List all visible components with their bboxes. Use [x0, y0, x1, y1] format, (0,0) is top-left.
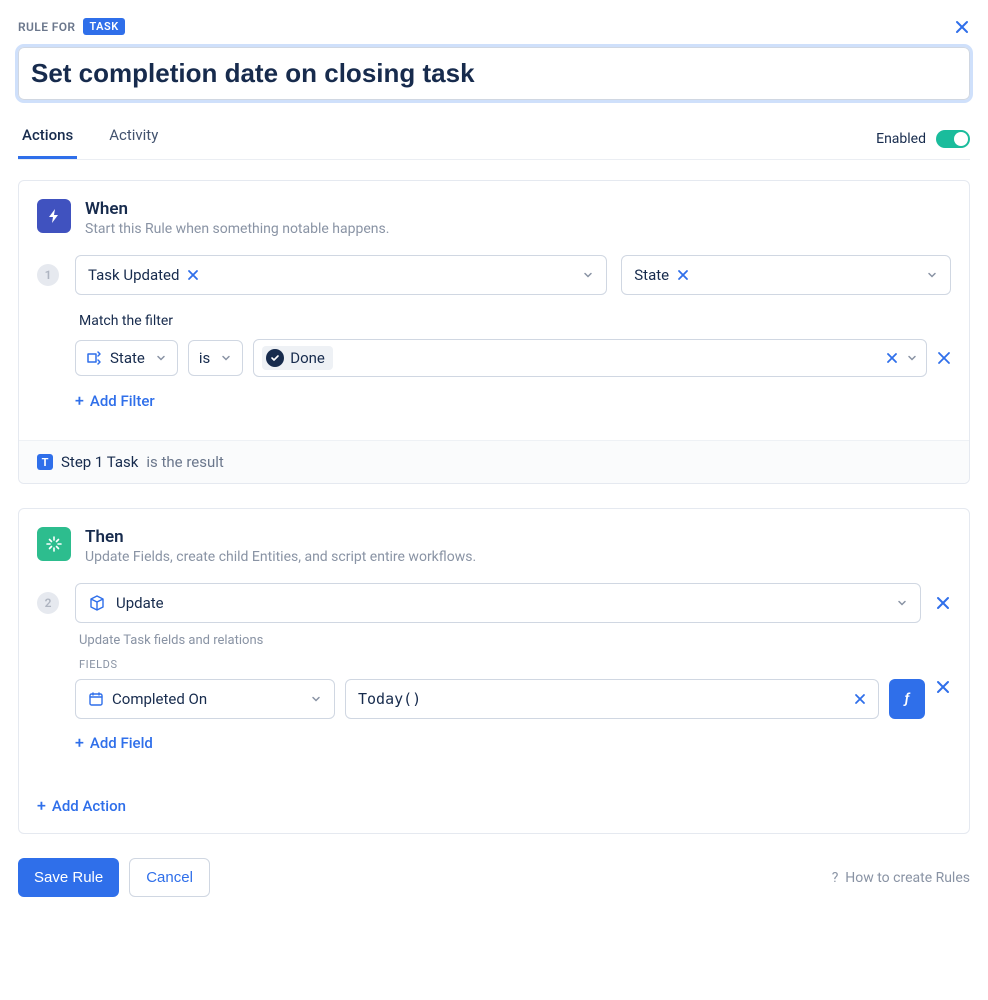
add-action-label: Add Action: [52, 797, 126, 815]
field-value-input[interactable]: Today(): [345, 679, 879, 719]
rule-for-label: RULE FOR TASK: [18, 18, 125, 35]
cube-icon: [88, 594, 106, 612]
action-helper: Update Task fields and relations: [79, 633, 951, 648]
step-number-1: 1: [37, 264, 59, 286]
chevron-down-icon: [582, 269, 594, 281]
cancel-button[interactable]: Cancel: [129, 858, 210, 897]
when-title: When: [85, 199, 389, 219]
help-icon: ?: [832, 870, 839, 886]
add-action-button[interactable]: + Add Action: [37, 796, 951, 815]
chevron-down-icon: [155, 352, 167, 364]
sparkle-icon: [37, 527, 71, 561]
clear-filter-value-icon[interactable]: [886, 352, 898, 364]
clear-trigger-icon[interactable]: [187, 269, 199, 281]
then-subtitle: Update Fields, create child Entities, an…: [85, 549, 476, 565]
chevron-down-icon: [906, 352, 918, 364]
add-filter-button[interactable]: + Add Filter: [75, 391, 951, 410]
lightning-icon: [37, 199, 71, 233]
trigger-value: Task Updated: [88, 266, 179, 284]
result-label: Step 1 Task: [61, 453, 138, 471]
result-suffix: is the result: [146, 453, 223, 471]
plus-icon: +: [75, 733, 84, 752]
chevron-down-icon: [896, 597, 908, 609]
then-title: Then: [85, 527, 476, 547]
formula-button[interactable]: ƒ: [889, 679, 925, 719]
rule-for-text: RULE FOR: [18, 20, 75, 34]
trigger-field-value: State: [634, 266, 669, 284]
remove-field-icon[interactable]: [935, 679, 951, 719]
field-name-value: Completed On: [112, 690, 207, 708]
field-name-select[interactable]: Completed On: [75, 679, 335, 719]
help-text: How to create Rules: [845, 870, 970, 886]
tab-activity[interactable]: Activity: [105, 118, 162, 159]
calendar-icon: [88, 691, 104, 707]
close-icon[interactable]: [954, 19, 970, 35]
state-icon: [86, 350, 102, 366]
clear-field-value-icon[interactable]: [854, 693, 866, 705]
filter-label: Match the filter: [79, 313, 951, 329]
formula-icon: ƒ: [905, 691, 910, 707]
filter-value-select[interactable]: Done: [253, 339, 927, 377]
filter-operator-select[interactable]: is: [188, 340, 243, 376]
add-field-button[interactable]: + Add Field: [75, 733, 951, 752]
tab-actions[interactable]: Actions: [18, 118, 77, 159]
filter-attribute-select[interactable]: State: [75, 340, 178, 376]
filter-attribute-value: State: [110, 349, 145, 367]
add-field-label: Add Field: [90, 734, 153, 752]
filter-value-text: Done: [290, 349, 325, 367]
plus-icon: +: [75, 391, 84, 410]
remove-filter-icon[interactable]: [937, 351, 951, 365]
plus-icon: +: [37, 796, 46, 815]
trigger-field-select[interactable]: State: [621, 255, 951, 295]
rule-title-input[interactable]: [18, 47, 970, 100]
check-circle-icon: [266, 349, 284, 367]
step-number-2: 2: [37, 592, 59, 614]
task-chip: TASK: [83, 18, 124, 35]
when-result-bar: T Step 1 Task is the result: [19, 440, 969, 483]
when-subtitle: Start this Rule when something notable h…: [85, 221, 389, 237]
chevron-down-icon: [926, 269, 938, 281]
then-card: Then Update Fields, create child Entitie…: [18, 508, 970, 834]
fields-label: FIELDS: [79, 658, 951, 671]
add-filter-label: Add Filter: [90, 392, 155, 410]
enabled-toggle[interactable]: [936, 130, 970, 148]
remove-action-icon[interactable]: [935, 595, 951, 611]
done-chip: Done: [262, 346, 333, 370]
clear-trigger-field-icon[interactable]: [677, 269, 689, 281]
trigger-select[interactable]: Task Updated: [75, 255, 607, 295]
chevron-down-icon: [310, 693, 322, 705]
field-value-text: Today(): [358, 690, 421, 708]
chevron-down-icon: [220, 352, 232, 364]
action-value: Update: [116, 594, 164, 612]
enabled-label: Enabled: [876, 131, 926, 147]
action-select[interactable]: Update: [75, 583, 921, 623]
save-rule-button[interactable]: Save Rule: [18, 858, 119, 897]
help-link[interactable]: ? How to create Rules: [832, 870, 970, 886]
filter-operator-value: is: [199, 349, 210, 367]
when-card: When Start this Rule when something nota…: [18, 180, 970, 484]
task-badge-icon: T: [37, 454, 53, 470]
